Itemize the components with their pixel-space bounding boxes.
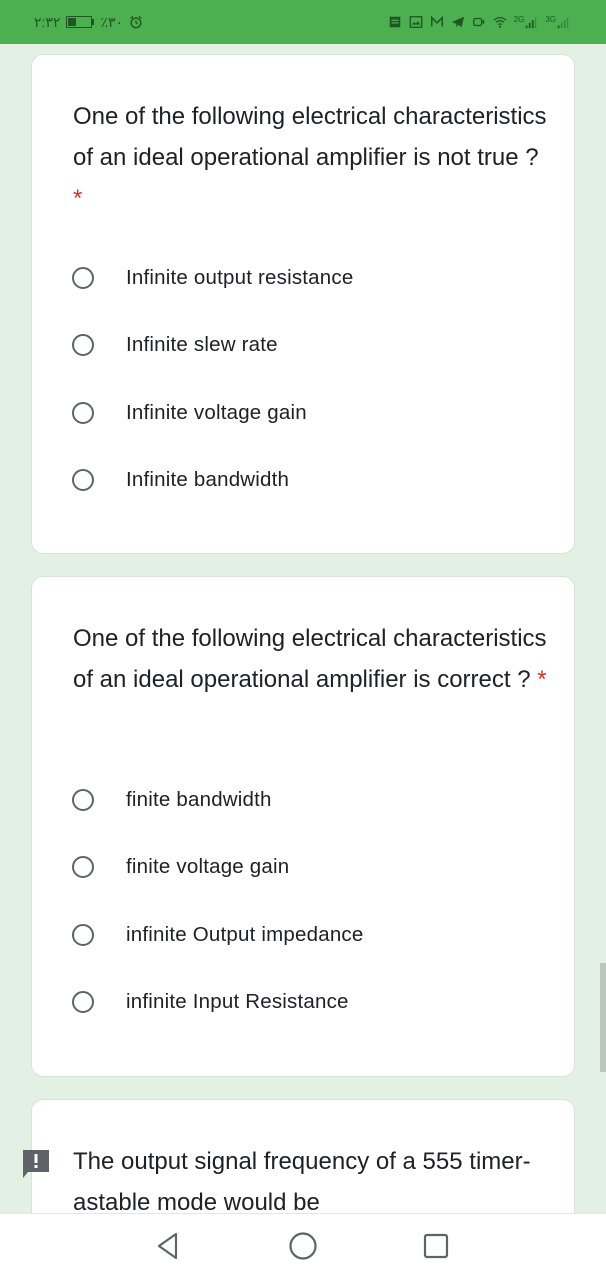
notes-icon (389, 16, 400, 28)
radio-option[interactable]: finite voltage gain (72, 852, 289, 882)
battery-percent: ٪٣٠ (100, 13, 124, 30)
radio-option[interactable]: Infinite output resistance (72, 263, 353, 293)
question-title: One of the following electrical characte… (73, 103, 547, 212)
signal-3g: 3G (545, 15, 570, 29)
back-icon (157, 1232, 178, 1260)
radio-button[interactable] (72, 402, 94, 424)
wifi-icon (493, 16, 507, 28)
status-left: ٢:٣٢ ٪٣٠ (34, 0, 143, 44)
radio-button[interactable] (72, 334, 94, 356)
clock: ٢:٣٢ (34, 13, 61, 30)
radio-option[interactable]: finite bandwidth (72, 785, 272, 815)
signal-2g: 2G (514, 15, 539, 29)
gmail-icon (430, 15, 443, 27)
radio-button[interactable] (72, 856, 94, 878)
radio-button[interactable] (72, 267, 94, 289)
radio-button[interactable] (72, 924, 94, 946)
home-button[interactable] (281, 1224, 325, 1268)
feedback-exclamation-icon[interactable] (22, 1148, 50, 1178)
navigation-bar (0, 1213, 606, 1281)
radio-option[interactable]: infinite Output impedance (72, 920, 363, 950)
radio-option[interactable]: Infinite bandwidth (72, 465, 289, 495)
recents-icon (423, 1233, 449, 1259)
scrollbar[interactable] (600, 963, 606, 1072)
required-asterisk: * (537, 666, 547, 693)
status-bar: ٢:٣٢ ٪٣٠ 2G 3G (0, 0, 606, 44)
required-asterisk: * (73, 185, 83, 212)
telegram-icon (451, 16, 464, 28)
signal-icon (526, 17, 537, 29)
radio-button[interactable] (72, 469, 94, 491)
question-card: One of the following electrical characte… (31, 576, 575, 1077)
recents-button[interactable] (414, 1224, 458, 1268)
gallery-icon (409, 16, 422, 28)
radio-button[interactable] (72, 789, 94, 811)
signal-icon (557, 17, 569, 29)
question-title: One of the following electrical characte… (73, 625, 547, 693)
question-card: One of the following electrical characte… (31, 54, 575, 554)
alarm-icon (130, 15, 142, 29)
radio-button[interactable] (72, 991, 94, 1013)
video-icon (472, 17, 484, 27)
radio-option[interactable]: Infinite slew rate (72, 330, 278, 360)
back-button[interactable] (146, 1224, 190, 1268)
question-title: The output signal frequency of a 555 tim… (73, 1148, 531, 1216)
status-right: 2G 3G (388, 0, 570, 44)
radio-option[interactable]: infinite Input Resistance (72, 987, 349, 1017)
battery-icon (66, 16, 95, 28)
radio-option[interactable]: Infinite voltage gain (72, 398, 307, 428)
home-icon (289, 1232, 317, 1260)
